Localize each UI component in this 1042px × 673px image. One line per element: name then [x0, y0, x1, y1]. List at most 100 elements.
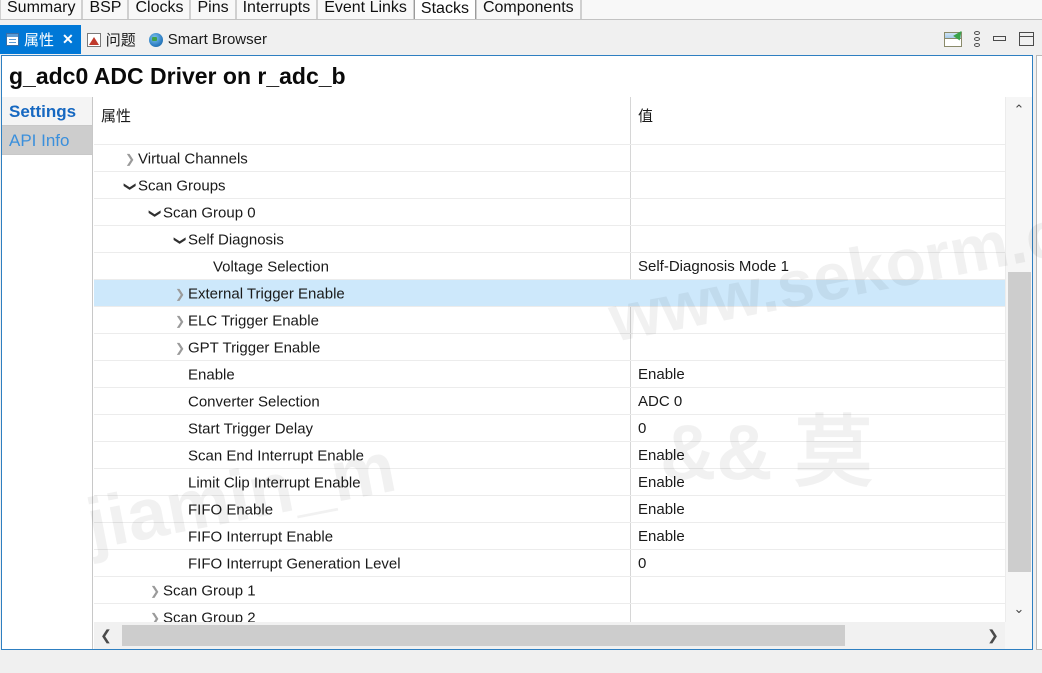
tab-smart-browser[interactable]: Smart Browser	[143, 25, 274, 54]
tree-node-name: ❯Self Diagnosis	[94, 226, 630, 252]
horizontal-scrollbar-thumb[interactable]	[122, 625, 845, 646]
chevron-right-icon[interactable]: ❯	[147, 605, 163, 622]
tree-node-name: ❯ Scan Group 1	[94, 577, 630, 603]
column-header-name: 属性	[101, 108, 132, 126]
horizontal-scrollbar[interactable]: ❮ ❯	[94, 622, 1005, 649]
tab-problems-label: 问题	[105, 32, 136, 49]
tree-node-name: Voltage Selection	[213, 258, 329, 276]
tab-problems[interactable]: 问题	[81, 25, 143, 54]
chevron-down-icon[interactable]: ❯	[167, 232, 194, 248]
editor-tab-bsp[interactable]: BSP	[82, 0, 129, 19]
maximize-icon[interactable]	[1019, 32, 1034, 46]
table-header-row: 属性 值	[94, 97, 1005, 145]
view-menu-icon[interactable]	[973, 31, 981, 47]
properties-icon	[6, 33, 19, 46]
minimize-icon[interactable]	[992, 32, 1008, 46]
tab-properties[interactable]: 属性 ✕	[0, 25, 81, 54]
tree-node-value[interactable]	[631, 280, 1005, 306]
tree-node-value[interactable]	[631, 577, 1005, 603]
tree-node-name: FIFO Interrupt Enable	[188, 528, 334, 546]
editor-tab-clocks[interactable]: Clocks	[128, 0, 191, 19]
tree-node-name: Enable	[188, 366, 235, 384]
editor-tab-strip: Summary BSP Clocks Pins Interrupts Event…	[0, 0, 1042, 20]
table-row[interactable]: ❯Scan Group 0	[94, 199, 1005, 226]
tree-node-value[interactable]	[631, 334, 1005, 360]
chevron-right-icon[interactable]: ❯	[172, 335, 188, 360]
property-tree-viewport: 属性 值 ❯ Virtual Channels ❯Scan Groups ❯Sca…	[94, 97, 1005, 622]
table-row[interactable]: ❯ ELC Trigger Enable	[94, 307, 1005, 334]
scroll-right-icon[interactable]: ❯	[983, 622, 1003, 649]
editor-tab-stacks[interactable]: Stacks	[413, 0, 476, 19]
tree-node-value[interactable]: Enable	[631, 496, 1005, 522]
editor-tab-filler	[580, 0, 1042, 19]
editor-tab-components[interactable]: Components	[475, 0, 581, 19]
tree-node-name: Start Trigger Delay	[188, 420, 314, 438]
chevron-down-icon[interactable]: ❯	[142, 205, 169, 221]
tree-node-name: Converter Selection	[188, 393, 320, 411]
tree-node-value[interactable]: Enable	[631, 442, 1005, 468]
tree-node-value[interactable]	[631, 145, 1005, 171]
tree-node-name: ❯ ELC Trigger Enable	[94, 307, 630, 333]
table-row[interactable]: ❯ Scan Group 1	[94, 577, 1005, 604]
table-row[interactable]: FIFO Enable Enable	[94, 496, 1005, 523]
table-row[interactable]: FIFO Interrupt Generation Level 0	[94, 550, 1005, 577]
sidebar-item-settings[interactable]: Settings	[2, 97, 92, 126]
table-row[interactable]: ❯ External Trigger Enable	[94, 280, 1005, 307]
chevron-right-icon[interactable]: ❯	[147, 578, 163, 603]
table-row[interactable]: Enable Enable	[94, 361, 1005, 388]
table-row[interactable]: Voltage Selection Self-Diagnosis Mode 1	[94, 253, 1005, 280]
tree-node-name: ❯ External Trigger Enable	[94, 280, 630, 306]
tree-node-value[interactable]: Enable	[631, 469, 1005, 495]
table-row[interactable]: FIFO Interrupt Enable Enable	[94, 523, 1005, 550]
sidebar-item-api-info-label: API Info	[9, 131, 70, 150]
tree-node-name: ❯ Virtual Channels	[94, 145, 630, 171]
vertical-scrollbar[interactable]: ⌃ ⌄	[1005, 97, 1032, 622]
editor-tab-pins[interactable]: Pins	[190, 0, 236, 19]
table-row[interactable]: Limit Clip Interrupt Enable Enable	[94, 469, 1005, 496]
editor-tab-summary[interactable]: Summary	[0, 0, 83, 19]
tree-node-value[interactable]	[631, 172, 1005, 198]
chevron-right-icon[interactable]: ❯	[172, 281, 188, 306]
editor-tab-interrupts[interactable]: Interrupts	[235, 0, 318, 19]
scroll-down-icon[interactable]: ⌄	[1006, 598, 1032, 620]
restore-view-icon[interactable]	[944, 31, 962, 47]
sidebar-item-api-info[interactable]: API Info	[2, 126, 92, 155]
tree-node-name: ❯Scan Group 0	[94, 199, 630, 225]
table-row[interactable]: ❯Self Diagnosis	[94, 226, 1005, 253]
chevron-right-icon[interactable]: ❯	[172, 308, 188, 333]
sidebar-item-settings-label: Settings	[9, 102, 77, 121]
tree-node-value[interactable]: 0	[631, 550, 1005, 576]
table-row[interactable]: ❯ GPT Trigger Enable	[94, 334, 1005, 361]
adjacent-panel-edge	[1036, 55, 1042, 650]
view-toolbar	[944, 26, 1034, 52]
tree-node-name: FIFO Interrupt Generation Level	[188, 555, 401, 573]
table-row[interactable]: ❯ Virtual Channels	[94, 145, 1005, 172]
tree-node-value[interactable]	[631, 604, 1005, 622]
scroll-up-icon[interactable]: ⌃	[1006, 99, 1032, 121]
chevron-right-icon[interactable]: ❯	[122, 146, 138, 171]
tree-node-value[interactable]: Enable	[631, 523, 1005, 549]
chevron-down-icon[interactable]: ❯	[117, 178, 144, 194]
close-icon[interactable]: ✕	[62, 31, 74, 48]
tree-node-value[interactable]: Self-Diagnosis Mode 1	[631, 253, 1005, 279]
property-tree: 属性 值 ❯ Virtual Channels ❯Scan Groups ❯Sca…	[94, 97, 1032, 649]
tree-node-value[interactable]: Enable	[631, 361, 1005, 387]
tree-node-value[interactable]	[631, 307, 1005, 333]
settings-tab-rail: Settings API Info	[2, 97, 93, 649]
tree-node-value[interactable]: ADC 0	[631, 388, 1005, 414]
tree-node-name: ❯ GPT Trigger Enable	[94, 334, 630, 360]
editor-tab-event-links[interactable]: Event Links	[317, 0, 414, 19]
table-row[interactable]: ❯ Scan Group 2	[94, 604, 1005, 622]
table-row[interactable]: Scan End Interrupt Enable Enable	[94, 442, 1005, 469]
tree-node-value[interactable]	[631, 199, 1005, 225]
tree-node-value[interactable]: 0	[631, 415, 1005, 441]
scroll-left-icon[interactable]: ❮	[96, 622, 116, 649]
column-header-value: 值	[638, 108, 654, 125]
table-row[interactable]: Converter Selection ADC 0	[94, 388, 1005, 415]
table-row[interactable]: Start Trigger Delay 0	[94, 415, 1005, 442]
tree-node-name: Scan End Interrupt Enable	[188, 447, 364, 465]
problems-icon	[86, 32, 101, 47]
vertical-scrollbar-thumb[interactable]	[1008, 272, 1031, 572]
tree-node-value[interactable]	[631, 226, 1005, 252]
table-row[interactable]: ❯Scan Groups	[94, 172, 1005, 199]
